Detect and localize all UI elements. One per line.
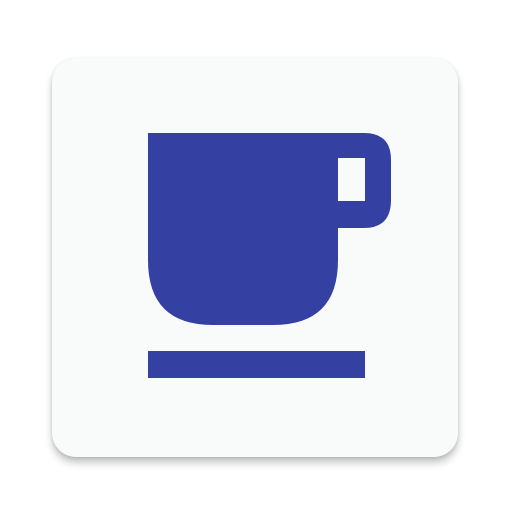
launcher-icon-stage [0,0,512,512]
coffee-cup-icon [148,133,391,378]
cup-body-icon [148,133,391,325]
saucer-line-icon [148,351,365,378]
